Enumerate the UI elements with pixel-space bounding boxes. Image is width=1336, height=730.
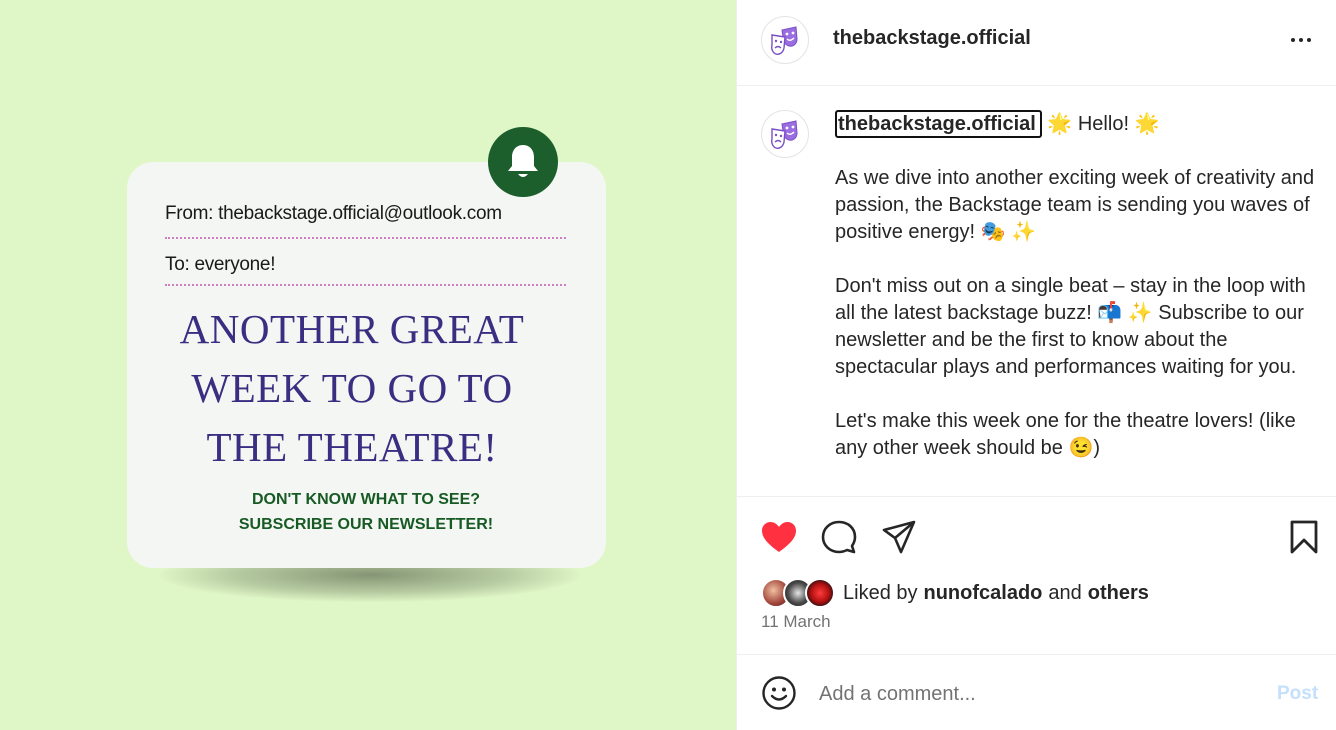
headline: ANOTHER GREAT WEEK TO GO TO THE THEATRE!: [142, 300, 562, 477]
likes-summary: Liked by nunofcalado and others: [761, 578, 1149, 608]
share-button[interactable]: [879, 517, 919, 557]
bell-icon: [508, 145, 538, 177]
bookmark-icon: [1290, 520, 1318, 554]
email-from-line: From: thebackstage.official@outlook.com: [165, 203, 502, 225]
subline-line-1: DON'T KNOW WHAT TO SEE?: [251, 491, 481, 508]
caption-area: thebackstage.official 🌟 Hello! 🌟 As we d…: [737, 86, 1336, 496]
theatre-masks-icon: [771, 26, 798, 55]
like-button[interactable]: [759, 517, 799, 557]
comment-input[interactable]: [819, 679, 1239, 709]
comment-icon: [821, 520, 857, 554]
heart-filled-icon: [762, 522, 796, 552]
post-comment-button[interactable]: Post: [1277, 683, 1318, 705]
avatar[interactable]: [761, 110, 809, 158]
email-from-value: thebackstage.official@outlook.com: [218, 203, 502, 224]
emoji-icon[interactable]: [761, 675, 797, 711]
save-button[interactable]: [1284, 517, 1324, 557]
caption-paragraph-3: Let's make this week one for the theatre…: [835, 410, 1296, 459]
liker-avatars[interactable]: [761, 578, 837, 608]
post-date[interactable]: 11 March: [761, 612, 831, 632]
email-to-label: To:: [165, 254, 190, 275]
avatar: [805, 578, 835, 608]
action-bar: [737, 496, 1336, 576]
caption-username[interactable]: thebackstage.official: [835, 110, 1042, 138]
email-from-label: From:: [165, 203, 214, 224]
headline-line-1: ANOTHER GREAT: [179, 306, 525, 352]
theatre-masks-icon: [771, 120, 798, 149]
comment-button[interactable]: [819, 517, 859, 557]
caption-paragraph-2: Don't miss out on a single beat – stay i…: [835, 275, 1306, 378]
comment-bar: Post: [737, 654, 1336, 730]
caption-text: thebackstage.official 🌟 Hello! 🌟 As we d…: [835, 110, 1315, 462]
divider: [165, 237, 566, 239]
share-icon: [882, 520, 916, 554]
headline-line-3: THE THEATRE!: [206, 424, 498, 470]
headline-line-2: WEEK TO GO TO: [191, 365, 513, 411]
likes-others-link[interactable]: others: [1088, 582, 1149, 605]
post-header: thebackstage.official: [737, 0, 1336, 86]
avatar[interactable]: [761, 16, 809, 64]
caption-greeting: 🌟 Hello! 🌟: [1047, 113, 1160, 135]
email-to-value: everyone!: [194, 254, 276, 275]
header-username[interactable]: thebackstage.official: [833, 27, 1031, 50]
subline-line-2: SUBSCRIBE OUR NEWSLETTER!: [238, 516, 494, 533]
bell-badge: [488, 127, 558, 197]
more-options-icon[interactable]: [1285, 30, 1317, 50]
divider: [165, 284, 566, 286]
likes-prefix: Liked by: [843, 581, 918, 604]
email-to-line: To: everyone!: [165, 254, 275, 276]
post-details-panel: thebackstage.official thebackstage.offic…: [736, 0, 1336, 730]
subline: DON'T KNOW WHAT TO SEE? SUBSCRIBE OUR NE…: [142, 487, 590, 537]
liker-username[interactable]: nunofcalado: [924, 582, 1043, 605]
likes-and: and: [1048, 581, 1082, 604]
caption-paragraph-1: As we dive into another exciting week of…: [835, 167, 1315, 243]
post-image: From: thebackstage.official@outlook.com …: [0, 0, 736, 730]
